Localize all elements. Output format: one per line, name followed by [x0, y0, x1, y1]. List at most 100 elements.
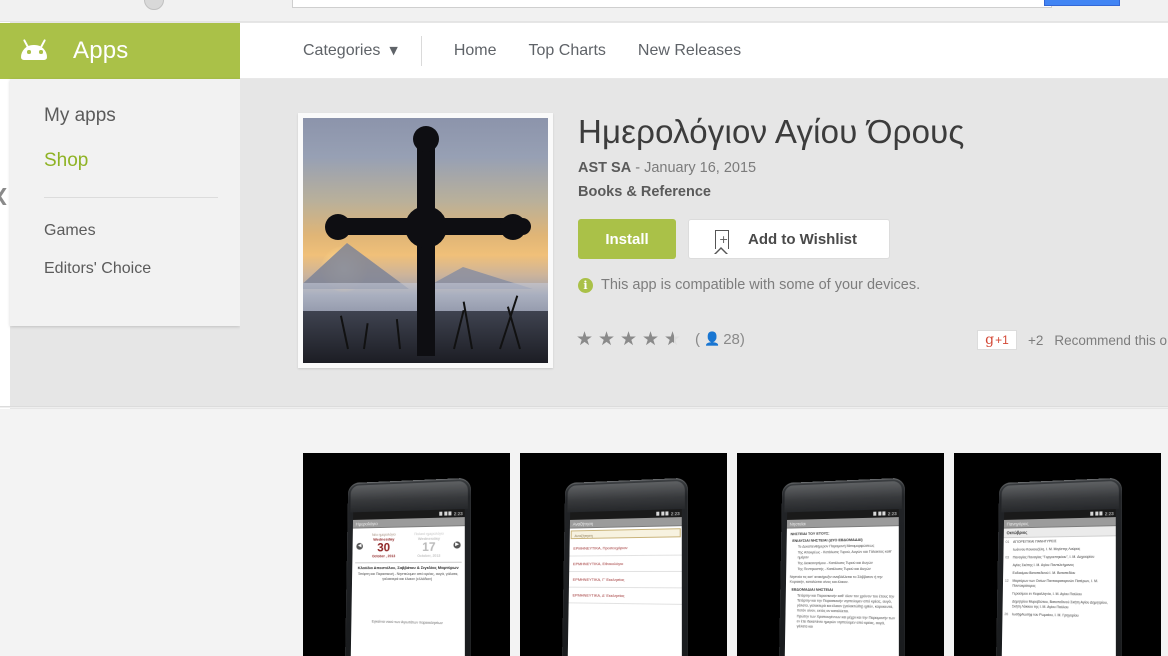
app-icon[interactable]: [298, 113, 553, 368]
search-button[interactable]: [1044, 0, 1120, 6]
list-item[interactable]: Αγίας Σκέπης Ι. Μ. Αγίου Παντελεήμονος: [1003, 561, 1116, 569]
sidebar-item-games[interactable]: Games: [10, 212, 240, 250]
rating-count: ( 👤 28 ): [695, 331, 745, 348]
list-item[interactable]: 26 Ιωσήφ/Ιωσήφ του Ρωμαίου, Ι. Μ. Γρηγορί…: [1002, 610, 1115, 620]
document-list-item: Της Αποκρέως - Κατάλυσις Τυρού, Αυγών κα…: [797, 549, 892, 560]
star-4: ★ ★: [642, 328, 660, 350]
document-list-item: Της Πεντηκοστής - Κατάλυσις Τυρού και Αυ…: [796, 566, 871, 572]
search-input[interactable]: [292, 0, 1052, 8]
compatibility-notice: i This app is compatible with some of yo…: [578, 277, 920, 293]
app-developer[interactable]: AST SA: [578, 160, 631, 176]
list-item[interactable]: ΕΡΜΗΝΕΥΤΙΚΑ, Εθνικολόγιο: [568, 555, 682, 573]
feast-day: [1005, 563, 1013, 568]
screenshot-document-view[interactable]: 2:23 Νηστείαι ΝΗΣΤΕΙΑΙ ΤΟΥ ΕΤΟΥΣ: ΕΝΙΑΥΣ…: [737, 453, 944, 656]
status-bar-time: 2:23: [1104, 510, 1114, 516]
screenshots-row: 2:23 Ημερολόγιο ◀ Νέο ημερολόγιο Wednesd…: [303, 453, 1161, 656]
feast-day: 26: [1003, 611, 1008, 616]
feast-text: Δημητρίου Μυροβλύτου, Βατοπεδινού Σκήτη …: [1011, 599, 1108, 609]
rating-row[interactable]: ★ ★ ★ ★ ★ ★ ★ ★ ★ ★ ( 👤 28 ): [576, 328, 745, 350]
bookmark-plus-icon: +: [715, 229, 729, 249]
phone-frame: 2:23 Ημερολόγιο ◀ Νέο ημερολόγιο Wednesd…: [344, 477, 471, 656]
document-list-item: Τετάρτην και Παρασκευήν καθ' όλον τον χρ…: [796, 593, 894, 614]
list-item[interactable]: Ευδοκίμου Βατοπεδινού Ι. Μ. Βατοπεδίου: [1003, 569, 1116, 577]
play-store-page: ❮ Apps My apps Shop Games Editors' Choic…: [0, 0, 1168, 656]
app-release-date: January 16, 2015: [644, 160, 757, 176]
list-item[interactable]: ΕΡΜΗΝΕΥΤΙΚΑ, Προσευχάριον: [568, 539, 682, 557]
old-calendar-month: October, 2013: [416, 553, 440, 558]
old-calendar-day: 17: [421, 539, 436, 554]
sidebar-item-editors-choice[interactable]: Editors' Choice: [10, 250, 240, 288]
sidebar-header-label: Apps: [73, 37, 129, 64]
phone-frame: 2:23 Αναζήτηση Αναζήτηση ΕΡΜΗΝΕΥΤΙΚΑ, Πρ…: [561, 477, 688, 656]
document-section-title: ΕΒΔΟΜΑΔΙΑΙ ΝΗΣΤΕΙΑΙ: [791, 587, 833, 592]
calendar-footer: Εγκαίνια ναού των Αγιωτάτων παρεκκλησίων: [371, 619, 443, 626]
star-2: ★ ★: [598, 328, 616, 350]
section-divider: [0, 406, 1168, 408]
nav-divider: [420, 35, 422, 66]
nav-link-top-charts[interactable]: Top Charts: [529, 42, 606, 60]
google-plus-icon: g: [985, 332, 995, 348]
screenshot-search-list-view[interactable]: 2:23 Αναζήτηση Αναζήτηση ΕΡΜΗΝΕΥΤΙΚΑ, Πρ…: [520, 453, 727, 656]
info-icon: i: [578, 277, 593, 293]
google-plus-one-button[interactable]: g +1: [977, 330, 1017, 350]
screenshot-calendar-view[interactable]: 2:23 Ημερολόγιο ◀ Νέο ημερολόγιο Wednesd…: [303, 453, 510, 656]
document-list-item: Της Διακαινησίμου - Κατάλυσις Τυρού και …: [797, 560, 873, 566]
account-avatar-icon[interactable]: [144, 0, 164, 10]
search-field[interactable]: Αναζήτηση: [570, 528, 681, 540]
nav-categories-dropdown[interactable]: Categories ▼: [303, 42, 398, 60]
prev-day-button[interactable]: ◀: [355, 542, 363, 550]
google-plus-one-row: g +1 +2 Recommend this o: [977, 330, 1167, 350]
android-robot-icon: [19, 39, 51, 63]
star-1: ★ ★: [576, 328, 594, 350]
rating-count-close: ): [739, 330, 745, 348]
main-nav-bar: Categories ▼ Home Top Charts New Release…: [240, 23, 1168, 79]
recommend-text[interactable]: Recommend this o: [1054, 333, 1167, 348]
feast-day: 03: [1004, 555, 1009, 559]
compatibility-text: This app is compatible with some of your…: [601, 277, 921, 293]
feast-day: 01: [1005, 539, 1009, 544]
browser-top-strip: [0, 0, 1168, 22]
feast-day: 12: [1004, 578, 1009, 583]
feast-text: Ευδοκίμου Βατοπεδινού Ι. Μ. Βατοπεδίου: [1012, 570, 1075, 575]
sidebar-item-shop[interactable]: Shop: [10, 138, 240, 183]
document-note: Νηστεία τις κατ' ανακήρυξιν αναβάλλεται …: [789, 574, 883, 585]
nav-categories-label: Categories: [303, 41, 381, 59]
feast-text: Αγίας Σκέπης Ι. Μ. Αγίου Παντελεήμονος: [1012, 562, 1074, 567]
feast-text: ΑΓΙΟΡΕΙΤΙΚΑΙ ΠΑΝΗΓΥΡΕΙΣ: [1012, 538, 1057, 544]
feast-day: [1004, 591, 1012, 596]
list-item[interactable]: ΕΡΜΗΝΕΥΤΙΚΑ, Γ' Εκκλησίας: [568, 571, 682, 589]
nav-link-home[interactable]: Home: [454, 42, 497, 60]
nav-link-new-releases[interactable]: New Releases: [638, 42, 741, 60]
sidebar-header[interactable]: Apps: [0, 23, 240, 79]
new-calendar-day: 30: [376, 540, 390, 555]
feast-text: Ιωάννου Κουκουζέλη, Ι. Μ. Μεγίστης Λαύρα…: [1012, 546, 1080, 552]
status-bar-time: 2:23: [453, 510, 463, 516]
app-byline: AST SA - January 16, 2015: [578, 160, 756, 176]
list-item[interactable]: 12 Μαρτύρων των Οσίων Παντοκρατορινών Πατ…: [1002, 577, 1115, 591]
rating-count-open: (: [695, 330, 700, 348]
list-item[interactable]: ΕΡΜΗΝΕΥΤΙΚΑ, Δ' Εκκλησίας: [568, 587, 682, 605]
star-3: ★ ★: [620, 328, 638, 350]
app-genre[interactable]: Books & Reference: [578, 184, 711, 200]
status-bar-time: 2:23: [670, 510, 680, 516]
document-section-title: ΕΝΙΑΥΣΙΑΙ ΝΗΣΤΕΙΑΙ (ΔΥΟ ΕΒΔΟΜΑΔΑΙ): [791, 537, 863, 543]
google-plus-one-label: +1: [995, 333, 1009, 347]
feast-text: Παναγίας Παναγίας "Γοργοεπηκόου", Ι. Μ. …: [1012, 554, 1094, 559]
fasting-note: Τετάρτη και Παρασκευή - Νηστεύομεν από κ…: [357, 571, 458, 582]
add-to-wishlist-button[interactable]: + Add to Wishlist: [688, 219, 890, 259]
byline-separator: -: [631, 160, 645, 176]
install-button[interactable]: Install: [578, 219, 676, 259]
document-intro: ΝΗΣΤΕΙΑΙ ΤΟΥ ΕΤΟΥΣ:: [790, 531, 830, 537]
next-day-button[interactable]: ▶: [452, 540, 461, 549]
status-bar-time: 2:23: [887, 510, 897, 516]
phone-frame: 2:23 Πανηγύρεις Οκτώβριος 01 ΑΓΙΟΡΕΙΤΙΚΑΙ…: [995, 477, 1122, 656]
person-icon: 👤: [704, 331, 721, 347]
screenshots-section: 2:23 Ημερολόγιο ◀ Νέο ημερολόγιο Wednesd…: [0, 409, 1168, 656]
screenshot-feasts-list-view[interactable]: 2:23 Πανηγύρεις Οκτώβριος 01 ΑΓΙΟΡΕΙΤΙΚΑΙ…: [954, 453, 1161, 656]
app-title: Ημερολόγιον Αγίου Όρους: [578, 113, 965, 150]
sidebar-item-my-apps[interactable]: My apps: [10, 93, 240, 138]
feast-text: Ιωσήφ/Ιωσήφ του Ρωμαίου, Ι. Μ. Γρηγορίου: [1011, 611, 1079, 618]
feast-day: [1004, 599, 1012, 609]
google-plus-count: +2: [1028, 332, 1044, 348]
feast-text: Μαρτύρων των Οσίων Παντοκρατορινών Πατέρ…: [1011, 578, 1098, 588]
